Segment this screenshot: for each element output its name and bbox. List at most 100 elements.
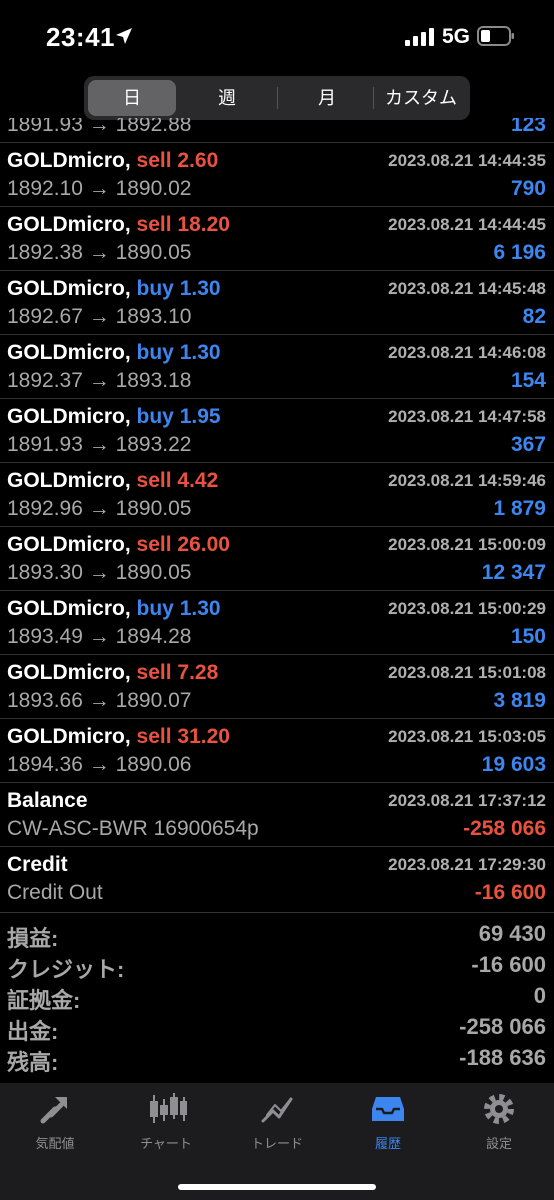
deal-profit: 82 xyxy=(522,305,546,328)
list-item[interactable]: GOLDmicro, sell 4.42 2023.08.21 14:59:46… xyxy=(0,462,554,526)
list-item[interactable]: GOLDmicro, sell 31.20 2023.08.21 15:03:0… xyxy=(0,718,554,782)
credit-comment: Credit Out xyxy=(7,881,103,904)
list-item[interactable]: GOLDmicro, buy 1.30 2023.08.21 15:00:29 … xyxy=(0,590,554,654)
period-segmented-control: 日 週 月 カスタム xyxy=(84,76,470,120)
deal-date: 2023.08.21 14:47:58 xyxy=(388,407,546,426)
deal-volume: 4.42 xyxy=(177,469,219,492)
deal-symbol: GOLDmicro, xyxy=(7,661,131,684)
balance-date: 2023.08.21 17:37:12 xyxy=(388,791,546,810)
summary-label: 残高: xyxy=(7,1050,59,1075)
summary-label: 証拠金: xyxy=(7,988,81,1013)
deal-side: sell xyxy=(136,725,172,748)
location-arrow-icon xyxy=(116,28,132,44)
segment-month[interactable]: 月 xyxy=(280,80,374,116)
list-item[interactable]: 1891.93 → 1892.88 123 xyxy=(0,118,554,142)
deal-date: 2023.08.21 14:46:08 xyxy=(388,343,546,362)
deal-symbol: GOLDmicro, xyxy=(7,341,131,364)
segment-divider xyxy=(277,87,278,109)
summary-value: -188 636 xyxy=(459,1045,546,1070)
deal-date: 2023.08.21 14:44:35 xyxy=(388,151,546,170)
deal-side: buy xyxy=(136,597,174,620)
credit-amount: -16 600 xyxy=(474,881,546,904)
deal-profit: 123 xyxy=(510,118,546,136)
summary-credit: クレジット: -16 600 xyxy=(0,952,554,983)
list-item[interactable]: GOLDmicro, buy 1.30 2023.08.21 14:45:48 … xyxy=(0,270,554,334)
home-indicator[interactable] xyxy=(178,1184,376,1190)
deal-volume: 2.60 xyxy=(177,149,219,172)
deal-symbol: GOLDmicro, xyxy=(7,213,131,236)
deal-prices: 1891.93 → 1892.88 xyxy=(7,118,192,136)
deal-volume: 7.28 xyxy=(177,661,219,684)
deal-date: 2023.08.21 14:59:46 xyxy=(388,471,546,490)
list-item[interactable]: GOLDmicro, buy 1.30 2023.08.21 14:46:08 … xyxy=(0,334,554,398)
balance-title: Balance xyxy=(7,789,88,812)
tab-quotes[interactable]: 気配値 xyxy=(7,1091,103,1151)
tab-label: 履歴 xyxy=(374,1136,401,1151)
summary-value: 0 xyxy=(533,983,546,1008)
tab-trade[interactable]: トレード xyxy=(229,1091,325,1151)
segment-custom[interactable]: カスタム xyxy=(374,80,468,116)
deal-prices: 1892.10 → 1890.02 xyxy=(7,177,192,200)
deal-date: 2023.08.21 15:01:08 xyxy=(388,663,546,682)
deal-volume: 1.30 xyxy=(179,277,221,300)
deal-profit: 790 xyxy=(510,177,546,200)
summary-value: 69 430 xyxy=(478,921,546,946)
segment-day[interactable]: 日 xyxy=(88,80,176,116)
tab-settings[interactable]: 設定 xyxy=(451,1091,547,1151)
deal-side: sell xyxy=(136,213,172,236)
list-item[interactable]: GOLDmicro, sell 26.00 2023.08.21 15:00:0… xyxy=(0,526,554,590)
deal-side: buy xyxy=(136,405,174,428)
list-item[interactable]: GOLDmicro, sell 7.28 2023.08.21 15:01:08… xyxy=(0,654,554,718)
deal-prices: 1893.66 → 1890.07 xyxy=(7,689,192,712)
deal-prices: 1892.67 → 1893.10 xyxy=(7,305,192,328)
deal-volume: 18.20 xyxy=(177,213,230,236)
history-summary: 損益: 69 430 クレジット: -16 600 証拠金: 0 出金: -25… xyxy=(0,912,554,1075)
tab-history[interactable]: 履歴 xyxy=(340,1091,436,1151)
deal-symbol: GOLDmicro, xyxy=(7,597,131,620)
tab-label: トレード xyxy=(250,1136,303,1151)
summary-label: クレジット: xyxy=(7,957,125,982)
deal-symbol: GOLDmicro, xyxy=(7,405,131,428)
list-item[interactable]: GOLDmicro, sell 2.60 2023.08.21 14:44:35… xyxy=(0,142,554,206)
deal-date: 2023.08.21 15:00:29 xyxy=(388,599,546,618)
deal-date: 2023.08.21 14:44:45 xyxy=(388,215,546,234)
deal-side: sell xyxy=(136,533,172,556)
network-type: 5G xyxy=(442,25,471,48)
deal-side: sell xyxy=(136,469,172,492)
credit-row[interactable]: Credit 2023.08.21 17:29:30 Credit Out -1… xyxy=(0,846,554,910)
deal-profit: 367 xyxy=(510,433,546,456)
deal-profit: 3 819 xyxy=(493,689,546,712)
deal-prices: 1891.93 → 1893.22 xyxy=(7,433,192,456)
deal-prices: 1892.38 → 1890.05 xyxy=(7,241,192,264)
cellular-signal-icon xyxy=(405,28,434,46)
summary-balance: 残高: -188 636 xyxy=(0,1045,554,1076)
deal-profit: 150 xyxy=(510,625,546,648)
deal-symbol: GOLDmicro, xyxy=(7,149,131,172)
summary-margin: 証拠金: 0 xyxy=(0,983,554,1014)
deal-side: buy xyxy=(136,341,174,364)
summary-value: -16 600 xyxy=(471,952,546,977)
balance-row[interactable]: Balance 2023.08.21 17:37:12 CW-ASC-BWR 1… xyxy=(0,782,554,846)
tab-chart[interactable]: チャート xyxy=(118,1091,214,1151)
trade-icon xyxy=(261,1097,293,1123)
deal-side: sell xyxy=(136,149,172,172)
deal-volume: 1.30 xyxy=(179,341,221,364)
list-item[interactable]: GOLDmicro, sell 18.20 2023.08.21 14:44:4… xyxy=(0,206,554,270)
tab-bar: 気配値 チャート トレード 履歴 設定 xyxy=(0,1083,554,1200)
balance-comment: CW-ASC-BWR 16900654p xyxy=(7,817,259,840)
history-icon xyxy=(372,1097,404,1121)
deal-side: buy xyxy=(136,277,174,300)
deal-profit: 19 603 xyxy=(481,753,546,776)
deal-prices: 1893.30 → 1890.05 xyxy=(7,561,192,584)
list-item[interactable]: GOLDmicro, buy 1.95 2023.08.21 14:47:58 … xyxy=(0,398,554,462)
deal-symbol: GOLDmicro, xyxy=(7,533,131,556)
deal-side: sell xyxy=(136,661,172,684)
credit-date: 2023.08.21 17:29:30 xyxy=(388,855,546,874)
deal-prices: 1893.49 → 1894.28 xyxy=(7,625,192,648)
deal-volume: 26.00 xyxy=(177,533,230,556)
deal-date: 2023.08.21 14:45:48 xyxy=(388,279,546,298)
summary-withdrawal: 出金: -258 066 xyxy=(0,1014,554,1045)
chart-icon xyxy=(150,1093,187,1123)
segment-week[interactable]: 週 xyxy=(180,80,274,116)
deal-symbol: GOLDmicro, xyxy=(7,725,131,748)
